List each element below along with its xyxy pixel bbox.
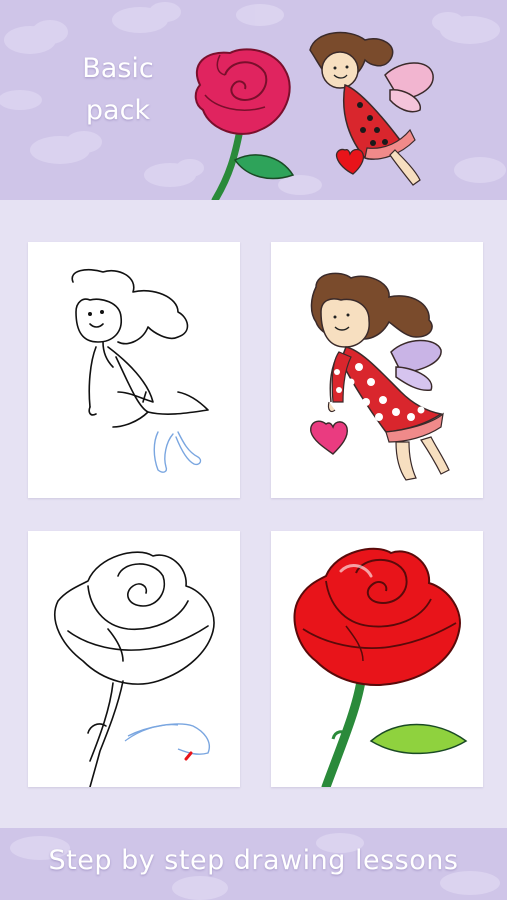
pack-title-line1: Basic bbox=[82, 53, 154, 84]
lesson-card-rose-colored[interactable] bbox=[271, 531, 483, 787]
footer-banner: Step by step drawing lessons bbox=[0, 828, 507, 900]
lesson-card-fairy-colored[interactable] bbox=[271, 242, 483, 498]
fairy-illustration-icon bbox=[309, 31, 434, 186]
pack-title: Basic pack bbox=[58, 48, 178, 132]
lesson-card-rose-sketch[interactable] bbox=[28, 531, 240, 787]
fairy-colored-icon bbox=[310, 272, 450, 481]
fairy-sketch-icon bbox=[71, 268, 209, 473]
rose-sketch-icon bbox=[54, 551, 215, 787]
pack-title-line2: pack bbox=[85, 95, 151, 126]
rose-colored-icon bbox=[293, 547, 468, 787]
header-banner: Basic pack bbox=[0, 0, 507, 200]
lesson-card-fairy-sketch[interactable] bbox=[28, 242, 240, 498]
rose-illustration-icon bbox=[194, 48, 295, 200]
tagline-text: Step by step drawing lessons bbox=[48, 845, 459, 876]
